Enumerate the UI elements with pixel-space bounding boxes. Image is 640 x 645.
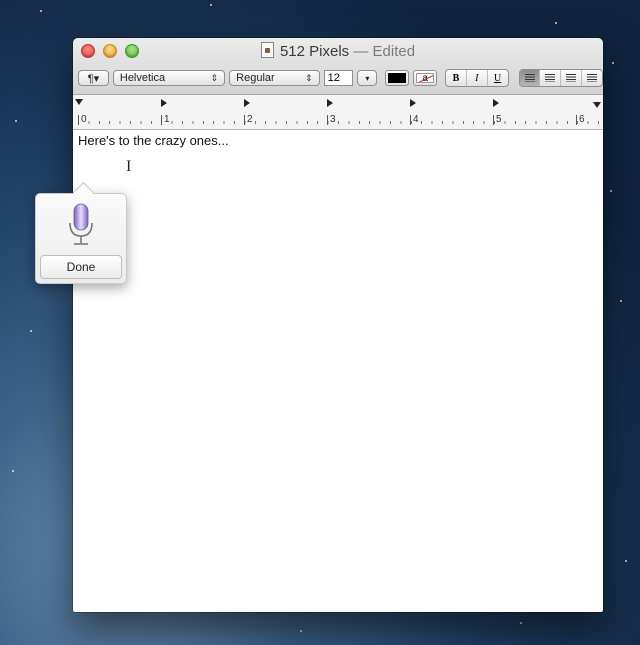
font-style-value: Regular [236,72,275,84]
font-family-popup[interactable]: Helvetica ⇕ [112,70,226,86]
align-right-icon [566,74,577,82]
ruler-number: 0 [78,115,87,125]
done-button[interactable]: Done [40,255,122,279]
window-title: 512 Pixels — Edited [73,42,603,60]
align-left-icon [524,74,535,82]
title-text: 512 Pixels [279,43,350,60]
underline-button[interactable]: U [488,70,508,86]
font-family-value: Helvetica [119,72,166,84]
text-color-swatch [388,73,407,83]
font-size-value: 12 [327,72,340,84]
tab-stop-marker[interactable] [493,99,499,107]
ruler-ticks [78,116,603,124]
ruler-number: 5 [493,115,502,125]
tab-stop-marker[interactable] [161,99,167,107]
font-size-field[interactable]: 12 [323,70,354,86]
tab-stop-marker[interactable] [327,99,333,107]
tab-stop-marker[interactable] [244,99,250,107]
highlight-color-well[interactable]: a [413,70,438,86]
ruler-number: 3 [327,115,336,125]
text-style-group: B I U [445,69,509,87]
paragraph-styles-label: ¶▾ [87,72,100,85]
alignment-group [518,69,603,87]
dictation-popover: Done [35,193,127,284]
font-size-menu-button[interactable]: ▾ [357,70,378,86]
align-center-button[interactable] [540,70,562,86]
justify-icon [587,74,598,82]
document-icon[interactable] [260,42,274,58]
font-style-popup[interactable]: Regular ⇕ [229,70,320,86]
chevron-updown-icon: ⇕ [305,72,313,83]
align-center-icon [545,74,556,82]
ruler[interactable]: 0 1 2 3 4 5 6 [73,95,603,130]
align-right-button[interactable] [561,70,583,86]
ruler-number: 2 [244,115,253,125]
text-color-well[interactable] [385,70,410,86]
justify-button[interactable] [582,70,602,86]
tab-stop-marker[interactable] [410,99,416,107]
ruler-number: 6 [576,115,585,125]
document-text: Here's to the crazy ones... [78,133,229,148]
italic-button[interactable]: I [467,70,488,86]
right-margin-marker[interactable] [593,102,601,108]
no-highlight-icon: a [416,73,435,83]
align-left-button[interactable] [519,70,541,86]
microphone-icon [69,203,93,245]
edited-label[interactable]: — Edited [353,43,415,60]
left-indent-marker[interactable] [75,99,83,105]
chevron-updown-icon: ⇕ [210,72,219,83]
document-text-area[interactable]: Here's to the crazy ones... [73,130,603,151]
ibeam-cursor-icon: I [126,158,132,175]
chevron-down-icon: ▾ [365,73,370,83]
textedit-window: 512 Pixels — Edited ¶▾ Helvetica ⇕ Regula… [73,38,603,612]
bold-button[interactable]: B [446,70,467,86]
ruler-number: 4 [410,115,419,125]
paragraph-styles-button[interactable]: ¶▾ [78,70,109,86]
ruler-number: 1 [161,115,170,125]
format-bar: ¶▾ Helvetica ⇕ Regular ⇕ 12 ▾ a B I U [78,69,603,87]
title-bar[interactable]: 512 Pixels — Edited ¶▾ Helvetica ⇕ Regula… [73,38,603,95]
